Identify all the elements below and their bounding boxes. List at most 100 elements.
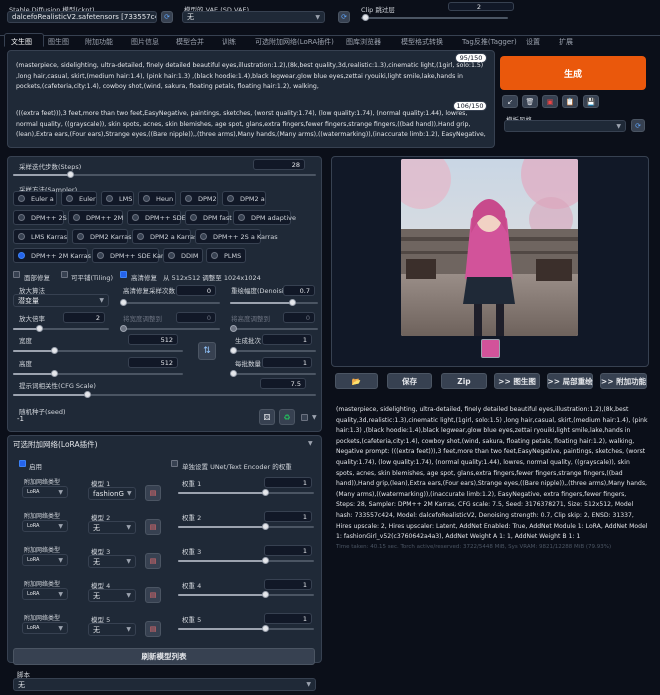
- lora-model-select[interactable]: 无 ▼: [88, 555, 136, 568]
- lora-model-select[interactable]: 无 ▼: [88, 521, 136, 534]
- sampler-option[interactable]: Heun: [138, 191, 176, 206]
- sampler-option[interactable]: PLMS: [206, 248, 246, 263]
- tab-png-info[interactable]: 图片信息: [131, 37, 159, 47]
- file-icon[interactable]: ▤: [145, 587, 161, 603]
- sampler-option[interactable]: DDIM: [163, 248, 203, 263]
- tiling-checkbox[interactable]: [61, 271, 68, 278]
- face-restore-checkbox[interactable]: [13, 271, 20, 278]
- height-to-input[interactable]: 0: [283, 312, 315, 323]
- lora-weight-knob[interactable]: [262, 489, 269, 496]
- art-icon[interactable]: ▣: [542, 95, 558, 108]
- batch-count-input[interactable]: 1: [262, 334, 312, 345]
- sampler-option[interactable]: Euler a: [13, 191, 57, 206]
- sampler-option[interactable]: DPM adaptive: [233, 210, 296, 225]
- width-to-input[interactable]: 0: [176, 312, 216, 323]
- sampler-option[interactable]: DPM++ SDE Karras: [92, 248, 174, 263]
- batch-size-track[interactable]: [230, 373, 316, 375]
- lora-weight-input[interactable]: 1: [264, 477, 312, 488]
- scale-input[interactable]: 2: [63, 312, 105, 323]
- sampler-option[interactable]: DPM2 Karras: [72, 229, 131, 244]
- batch-size-knob[interactable]: [230, 370, 237, 377]
- sampler-option[interactable]: Euler: [61, 191, 97, 206]
- tab-merge[interactable]: 模型合并: [176, 37, 204, 47]
- send-to-img2img-button[interactable]: >> 图生图: [494, 373, 540, 389]
- file-icon[interactable]: ▤: [145, 553, 161, 569]
- sampler-option[interactable]: LMS Karras: [13, 229, 68, 244]
- lora-weight-input[interactable]: 1: [264, 613, 312, 624]
- send-to-inpaint-button[interactable]: >> 局部重绘: [547, 373, 593, 389]
- lora-model-select[interactable]: 无 ▼: [88, 589, 136, 602]
- lora-separate-checkbox[interactable]: [171, 460, 178, 467]
- model-select[interactable]: dalcefoRealisticV2.safetensors [733557c4…: [7, 11, 157, 23]
- lora-weight-knob[interactable]: [262, 557, 269, 564]
- cfg-knob[interactable]: [84, 391, 91, 398]
- sampler-option[interactable]: DPM++ 2S a Karras: [195, 229, 278, 244]
- hires-steps-input[interactable]: 0: [176, 285, 216, 296]
- file-icon[interactable]: ▤: [145, 485, 161, 501]
- batch-size-input[interactable]: 1: [262, 357, 312, 368]
- tab-img2img[interactable]: 图生图: [48, 37, 69, 47]
- batch-count-track[interactable]: [230, 350, 316, 352]
- extra-seed-checkbox[interactable]: [301, 414, 308, 421]
- trash-icon[interactable]: 🗑: [522, 95, 538, 108]
- clipboard-icon[interactable]: 📋: [562, 95, 578, 108]
- hires-steps-knob[interactable]: [120, 299, 127, 306]
- seed-input[interactable]: -1: [13, 413, 255, 425]
- refresh-icon[interactable]: ⟳: [338, 11, 350, 23]
- script-select[interactable]: 无 ▼: [13, 678, 316, 691]
- width-to-knob[interactable]: [120, 325, 127, 332]
- output-image[interactable]: [401, 159, 578, 336]
- tab-train[interactable]: 训练: [222, 37, 236, 47]
- steps-slider-knob[interactable]: [67, 171, 74, 178]
- dice-icon[interactable]: ⚄: [259, 409, 275, 425]
- tab-convert[interactable]: 模型格式转换: [401, 37, 443, 47]
- height-knob[interactable]: [51, 370, 58, 377]
- lora-type-select[interactable]: LoRA ▼: [22, 588, 68, 600]
- file-icon[interactable]: ▤: [145, 519, 161, 535]
- sampler-option[interactable]: DPM++ SDE: [127, 210, 186, 225]
- tab-lora[interactable]: 可选附加网络(LoRA插件): [255, 37, 334, 47]
- generate-button[interactable]: 生成: [500, 56, 646, 90]
- sampler-option[interactable]: DPM2 a: [222, 191, 266, 206]
- hires-checkbox[interactable]: [120, 271, 127, 278]
- lora-model-select[interactable]: 无 ▼: [88, 623, 136, 636]
- height-to-knob[interactable]: [230, 325, 237, 332]
- prompt-textarea[interactable]: (masterpiece, sidelighting, ultra-detail…: [16, 61, 486, 93]
- style-select[interactable]: ▼: [504, 120, 626, 132]
- lora-weight-input[interactable]: 1: [264, 545, 312, 556]
- width-to-track[interactable]: [120, 328, 220, 330]
- width-input[interactable]: 512: [128, 334, 178, 345]
- clip-slider-knob[interactable]: [362, 14, 369, 21]
- collapse-icon[interactable]: ▼: [308, 440, 313, 447]
- save-button[interactable]: 保存: [387, 373, 432, 389]
- sampler-option[interactable]: DPM2: [180, 191, 218, 206]
- refresh-icon[interactable]: ⟳: [161, 11, 173, 23]
- negative-textarea[interactable]: (((extra feet))),3 feet,more than two fe…: [16, 109, 486, 141]
- refresh-models-button[interactable]: 刷新模型列表: [13, 648, 315, 665]
- file-icon[interactable]: ▤: [145, 621, 161, 637]
- batch-count-knob[interactable]: [230, 347, 237, 354]
- lora-weight-knob[interactable]: [262, 591, 269, 598]
- vae-select[interactable]: 无 ▼: [182, 11, 325, 23]
- lora-type-select[interactable]: LoRA ▼: [22, 554, 68, 566]
- lora-model-select[interactable]: fashionG ▼: [88, 487, 136, 500]
- lora-weight-input[interactable]: 1: [264, 511, 312, 522]
- recycle-icon[interactable]: ♻: [279, 409, 295, 425]
- lora-type-select[interactable]: LoRA ▼: [22, 622, 68, 634]
- denoise-knob[interactable]: [289, 299, 296, 306]
- zip-button[interactable]: Zip: [441, 373, 487, 389]
- tab-settings[interactable]: 设置: [526, 37, 540, 47]
- tab-gallery[interactable]: 图库浏览器: [346, 37, 381, 47]
- lora-title[interactable]: 可选附加网络(LoRA插件): [13, 439, 98, 450]
- tab-extensions[interactable]: 扩展: [559, 37, 573, 47]
- refresh-icon[interactable]: ⟳: [631, 119, 645, 132]
- hires-steps-track[interactable]: [120, 302, 220, 304]
- output-thumbnail[interactable]: [481, 339, 500, 358]
- height-input[interactable]: 512: [128, 357, 178, 368]
- sampler-option[interactable]: DPM++ 2M Karras: [13, 248, 91, 263]
- tab-tagger[interactable]: Tag反推(Tagger): [462, 37, 517, 47]
- lora-weight-knob[interactable]: [262, 523, 269, 530]
- tab-extras[interactable]: 附加功能: [85, 37, 113, 47]
- folder-icon[interactable]: 📂: [335, 373, 378, 389]
- send-to-extras-button[interactable]: >> 附加功能: [600, 373, 647, 389]
